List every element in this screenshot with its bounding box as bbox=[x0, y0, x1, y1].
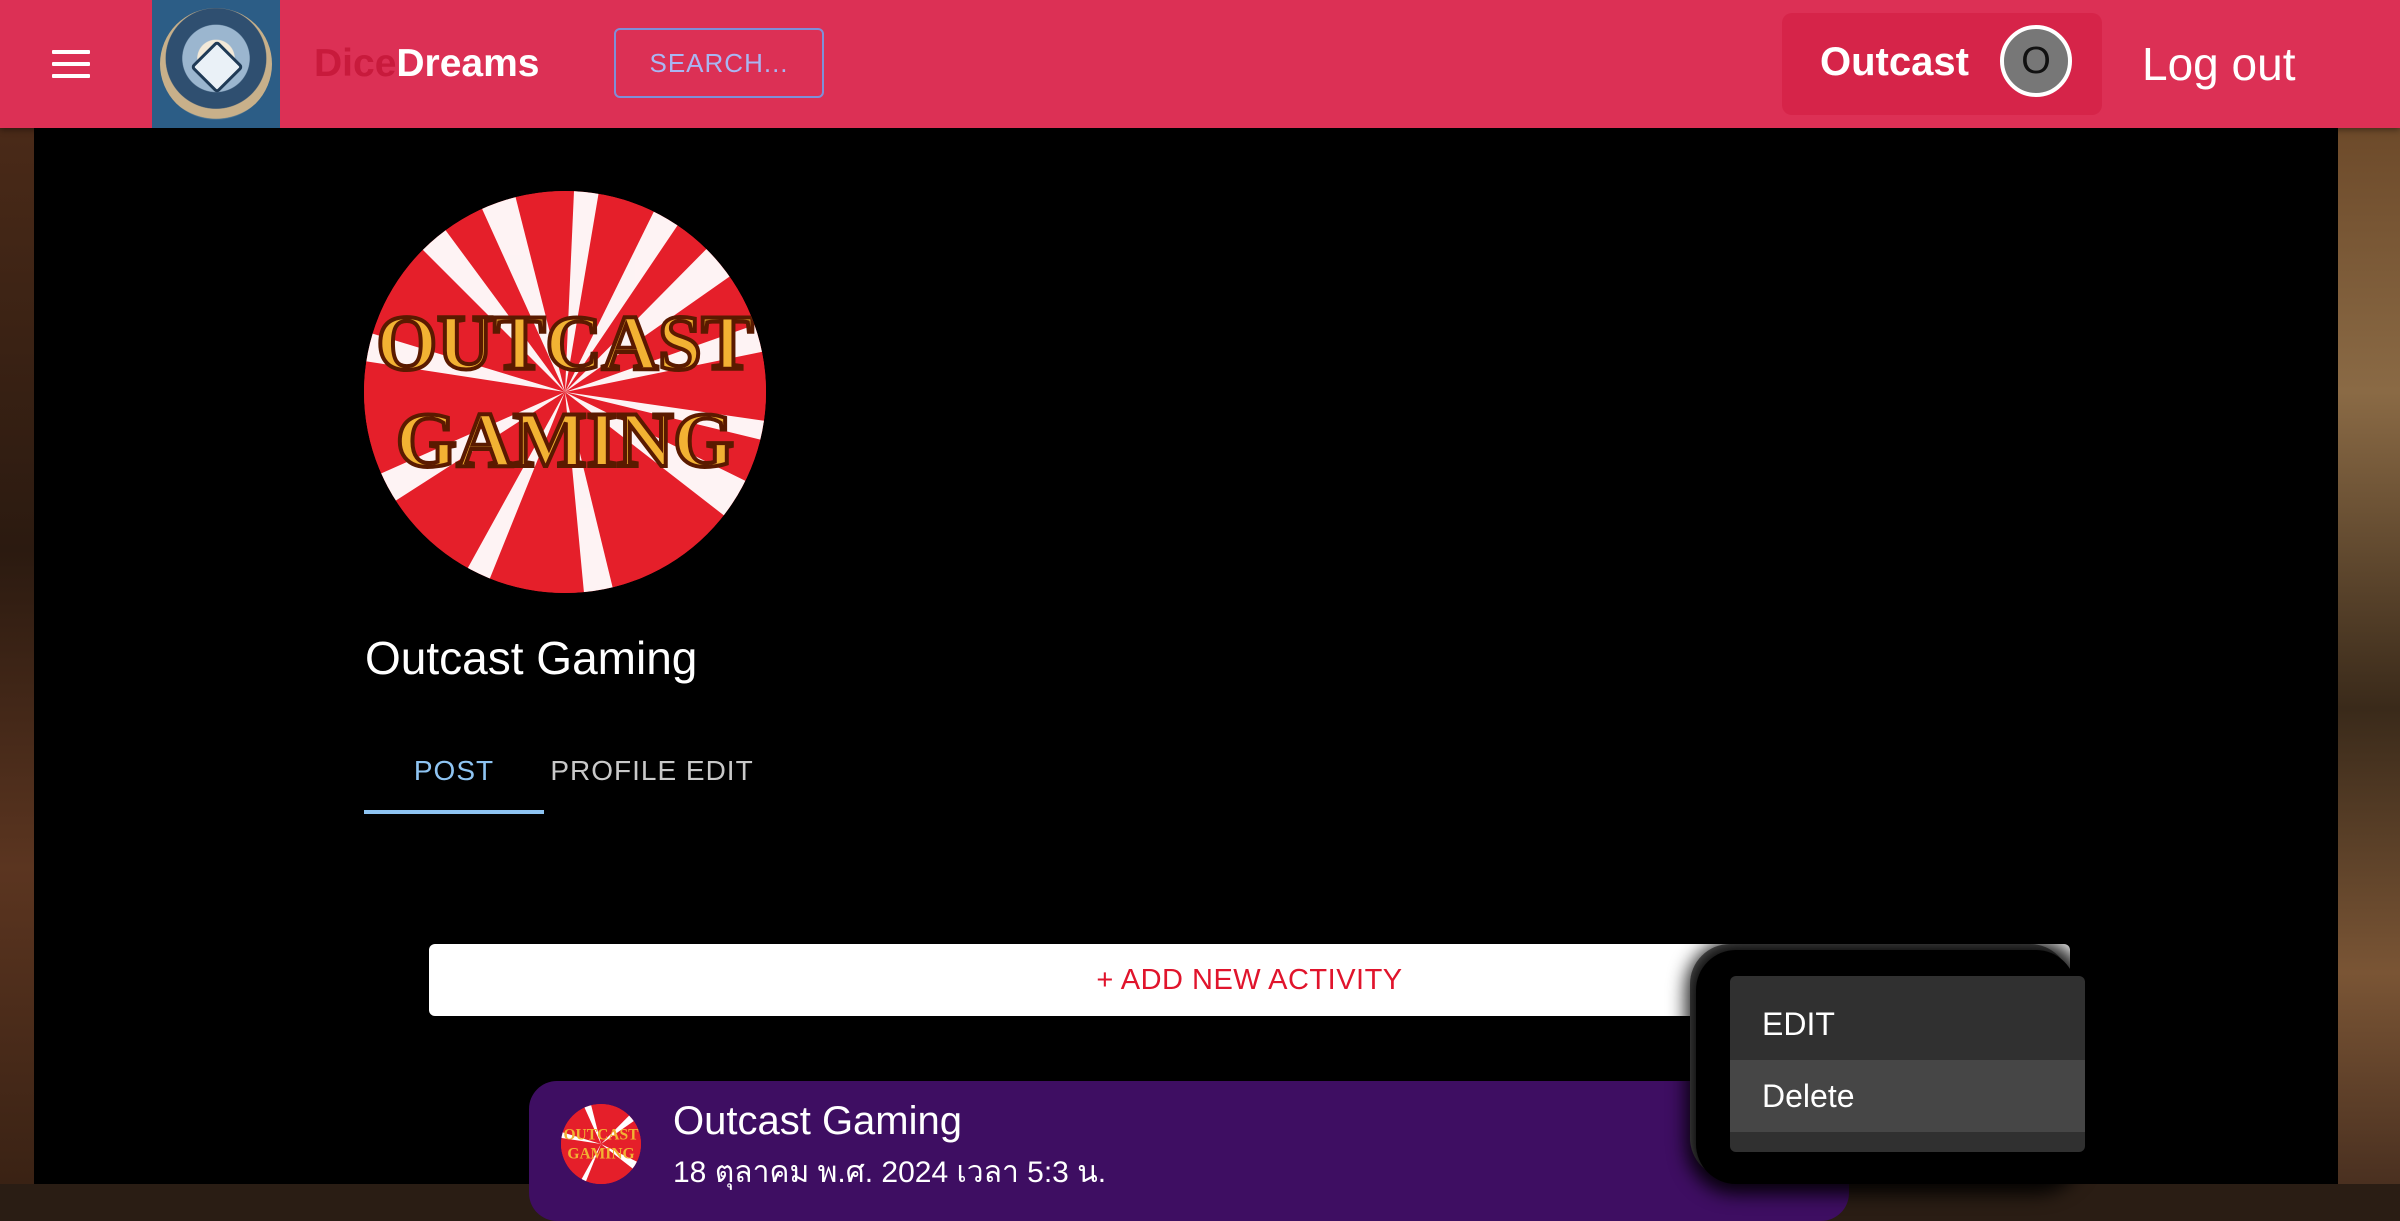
top-app-bar: DiceDreams SEARCH... Outcast O Log out bbox=[0, 0, 2400, 128]
brand-name[interactable]: DiceDreams bbox=[314, 38, 539, 90]
tab-post[interactable]: POST bbox=[364, 730, 544, 812]
user-profile-chip[interactable]: Outcast O bbox=[1782, 13, 2102, 115]
small-logo-text-line1: OUTCAST bbox=[563, 1126, 639, 1143]
search-button[interactable]: SEARCH... bbox=[614, 28, 824, 98]
active-tab-indicator bbox=[364, 810, 544, 814]
post-author-name: Outcast Gaming bbox=[673, 1099, 963, 1143]
small-logo-text-line2: GAMING bbox=[567, 1146, 634, 1163]
outcast-gaming-logo: OUTCAST GAMING bbox=[364, 191, 766, 593]
profile-name: Outcast Gaming bbox=[365, 632, 698, 684]
user-name: Outcast bbox=[1820, 40, 1969, 84]
brand-name-part2: Dreams bbox=[396, 42, 540, 85]
dice-logo-icon bbox=[160, 8, 272, 120]
site-logo[interactable] bbox=[152, 0, 280, 128]
user-avatar: O bbox=[2000, 25, 2072, 97]
post-card: OUTCAST GAMING Outcast Gaming 18 ตุลาคม … bbox=[529, 1081, 1849, 1221]
post-date: 18 ตุลาคม พ.ศ. 2024 เวลา 5:3 น. bbox=[673, 1156, 1107, 1189]
hamburger-menu-icon[interactable] bbox=[48, 42, 94, 86]
outcast-gaming-logo-small: OUTCAST GAMING bbox=[561, 1104, 641, 1184]
menu-item-edit[interactable]: EDIT bbox=[1730, 988, 2085, 1060]
menu-item-delete[interactable]: Delete bbox=[1730, 1060, 2085, 1132]
background-art-left bbox=[0, 128, 34, 1184]
post-author-avatar: OUTCAST GAMING bbox=[561, 1104, 641, 1184]
post-context-menu: EDIT Delete bbox=[1730, 976, 2085, 1152]
logo-text-line2: GAMING bbox=[396, 396, 734, 483]
logo-text-line1: OUTCAST bbox=[376, 299, 753, 386]
tab-profile-edit[interactable]: PROFILE EDIT bbox=[544, 730, 760, 812]
brand-name-part1: Dice bbox=[314, 42, 397, 85]
profile-picture: OUTCAST GAMING bbox=[364, 191, 766, 593]
logout-button[interactable]: Log out bbox=[2142, 36, 2295, 92]
background-art-right bbox=[2338, 128, 2400, 1184]
